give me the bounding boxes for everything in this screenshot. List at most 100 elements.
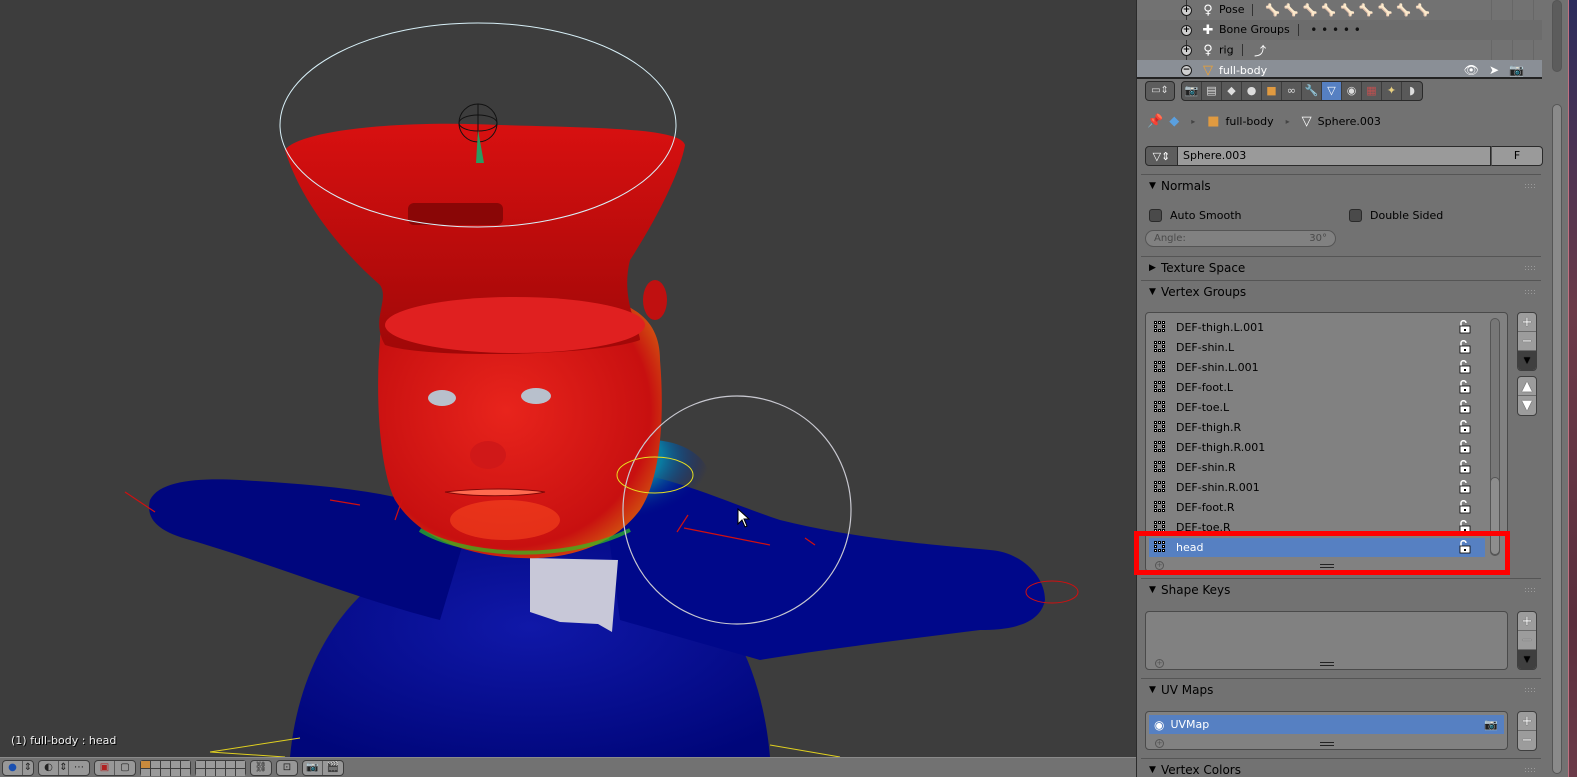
vertex-group-item[interactable]: DEF-foot.R — [1149, 498, 1485, 517]
tab-render[interactable]: 📷 — [1182, 81, 1202, 100]
tab-physics[interactable]: ◗ — [1402, 82, 1422, 100]
browse-mesh-button[interactable]: ▽⇕ — [1145, 146, 1178, 166]
panel-header-shape-keys[interactable]: ▼ Shape Keys — [1141, 579, 1541, 601]
active-render-camera-icon[interactable]: 📷 — [1484, 718, 1498, 731]
panel-header-vertex-colors[interactable]: ▼ Vertex Colors — [1141, 759, 1541, 777]
mode-selector[interactable]: ● ⇕ — [2, 759, 34, 776]
tab-particles[interactable]: ✦ — [1382, 81, 1402, 100]
double-sided-checkbox[interactable]: Double Sided — [1349, 209, 1443, 222]
unlock-icon[interactable] — [1459, 480, 1471, 494]
vertex-group-item[interactable]: DEF-shin.L.001 — [1149, 358, 1485, 377]
unlock-icon[interactable] — [1459, 360, 1471, 374]
snap-button[interactable]: ⊡ — [276, 759, 298, 776]
unlock-icon[interactable] — [1459, 440, 1471, 454]
auto-smooth-checkbox[interactable]: Auto Smooth — [1149, 209, 1241, 222]
vertex-group-item[interactable]: DEF-thigh.L.001 — [1149, 318, 1485, 337]
tab-world[interactable]: ● — [1242, 81, 1262, 100]
filter-options-icon[interactable]: + — [1155, 739, 1164, 748]
vertex-groups-scroll-thumb[interactable] — [1490, 477, 1500, 555]
mesh-name-field[interactable]: Sphere.003 — [1178, 146, 1491, 166]
tab-scene[interactable]: ◆ — [1222, 81, 1242, 100]
pin-icon[interactable]: 📌 — [1147, 114, 1163, 129]
panel-drag-grip[interactable] — [1524, 265, 1535, 271]
uv-map-item[interactable]: ◉ UVMap 📷 — [1149, 715, 1504, 734]
unlock-icon[interactable] — [1459, 380, 1471, 394]
render-buttons[interactable]: 📷 🎬 — [302, 759, 344, 776]
properties-scrollbar[interactable] — [1552, 104, 1562, 774]
panel-header-texture-space[interactable]: ▶ Texture Space — [1141, 257, 1541, 279]
outliner-row-pose[interactable]: + ♀ Pose 🦴 🦴 🦴 🦴 🦴 🦴 🦴 🦴 🦴 — [1137, 0, 1542, 20]
renderable-camera-icon[interactable]: 📷 — [1509, 63, 1524, 77]
add-vertex-group-button[interactable]: + — [1518, 313, 1536, 332]
tab-material[interactable]: ◉ — [1342, 81, 1362, 100]
add-uv-map-button[interactable]: + — [1518, 712, 1536, 731]
unlock-icon[interactable] — [1459, 500, 1471, 514]
visibility-eye-icon[interactable]: 👁 — [1464, 63, 1479, 77]
expand-toggle[interactable]: + — [1181, 44, 1192, 56]
vertex-group-specials-menu[interactable]: ▾ — [1518, 351, 1536, 370]
panel-drag-grip[interactable] — [1524, 687, 1535, 693]
vertex-group-item[interactable]: DEF-toe.L — [1149, 398, 1485, 417]
unlock-icon[interactable] — [1459, 540, 1471, 554]
panel-drag-grip[interactable] — [1524, 767, 1535, 773]
collapse-toggle[interactable]: − — [1181, 64, 1192, 76]
shape-keys-list[interactable]: + — [1145, 611, 1508, 670]
outliner-row-rig[interactable]: + ♀ rig ⤴ — [1137, 40, 1542, 60]
uv-maps-list[interactable]: ◉ UVMap 📷 + — [1145, 711, 1508, 750]
tab-render-layers[interactable]: ▤ — [1202, 81, 1222, 100]
manipulator-buttons[interactable]: ▣ ▢ — [94, 759, 136, 776]
list-resize-grip[interactable] — [1319, 742, 1334, 746]
panel-header-vertex-groups[interactable]: ▼ Vertex Groups — [1141, 281, 1541, 303]
move-up-button[interactable]: ▲ — [1518, 377, 1536, 396]
outliner-scrollbar[interactable] — [1552, 0, 1562, 72]
remove-shape-key-button[interactable]: − — [1518, 631, 1536, 650]
add-shape-key-button[interactable]: + — [1518, 612, 1536, 631]
vertex-group-item[interactable]: DEF-foot.L — [1149, 378, 1485, 397]
vertex-group-item[interactable]: DEF-thigh.R — [1149, 418, 1485, 437]
vertex-group-item[interactable]: DEF-shin.R — [1149, 458, 1485, 477]
viewport-shading-selector[interactable]: ◐ ⇕ ⋯ — [38, 759, 90, 776]
tab-constraints[interactable]: ∞ — [1282, 81, 1302, 100]
vertex-group-item[interactable]: DEF-shin.R.001 — [1149, 478, 1485, 497]
vertex-group-item[interactable]: head — [1149, 538, 1485, 557]
layer-buttons-2[interactable] — [195, 759, 246, 776]
vertex-groups-list[interactable]: head DEF-toe.R DEF-foot.R DEF-shin.R.001 DEF… — [1145, 312, 1508, 572]
outliner-row-bone-groups[interactable]: + ✚ Bone Groups • • • • • — [1137, 20, 1542, 40]
filter-options-icon[interactable]: + — [1155, 659, 1164, 668]
panel-header-uv-maps[interactable]: ▼ UV Maps — [1141, 679, 1541, 701]
3d-viewport[interactable]: (1) full-body : head — [0, 0, 1136, 757]
expand-toggle[interactable]: + — [1181, 24, 1192, 36]
tab-texture[interactable]: ▦ — [1362, 81, 1382, 100]
unlock-icon[interactable] — [1459, 460, 1471, 474]
tab-modifiers[interactable]: 🔧 — [1302, 81, 1322, 100]
fake-user-button[interactable]: F — [1491, 146, 1543, 166]
shape-key-specials-menu[interactable]: ▾ — [1518, 650, 1536, 669]
unlock-icon[interactable] — [1459, 420, 1471, 434]
vertex-group-item[interactable]: DEF-thigh.R.001 — [1149, 438, 1485, 457]
list-resize-grip[interactable] — [1319, 662, 1334, 666]
remove-vertex-group-button[interactable]: − — [1518, 332, 1536, 351]
auto-smooth-angle-field[interactable]: Angle: 30° — [1145, 230, 1336, 247]
move-down-button[interactable]: ▼ — [1518, 396, 1536, 415]
unlock-icon[interactable] — [1459, 400, 1471, 414]
selectable-arrow-icon[interactable]: ➤ — [1489, 63, 1499, 77]
editor-type-selector[interactable]: ▭⇕ — [1145, 80, 1175, 101]
unlock-icon[interactable] — [1459, 340, 1471, 354]
vertex-group-item[interactable]: DEF-shin.L — [1149, 338, 1485, 357]
unlock-icon[interactable] — [1459, 520, 1471, 534]
expand-toggle[interactable]: + — [1181, 4, 1192, 16]
filter-options-icon[interactable]: + — [1155, 561, 1164, 570]
tab-data[interactable]: ▽ — [1322, 81, 1342, 100]
list-resize-grip[interactable] — [1319, 564, 1334, 568]
lock-camera-button[interactable]: ⛓ — [250, 759, 272, 776]
outliner[interactable]: + ♀ Pose 🦴 🦴 🦴 🦴 🦴 🦴 🦴 🦴 🦴 + ✚ Bone Grou… — [1137, 0, 1542, 77]
outliner-row-full-body[interactable]: − ▽ full-body 👁 ➤ 📷 — [1137, 60, 1542, 77]
layer-buttons[interactable] — [140, 759, 191, 776]
panel-drag-grip[interactable] — [1524, 289, 1535, 295]
panel-header-normals[interactable]: ▼ Normals — [1141, 175, 1541, 197]
remove-uv-map-button[interactable]: − — [1518, 731, 1536, 750]
panel-drag-grip[interactable] — [1524, 183, 1535, 189]
vertex-group-item[interactable]: DEF-toe.R — [1149, 518, 1485, 537]
tab-object[interactable]: ■ — [1262, 81, 1282, 100]
unlock-icon[interactable] — [1459, 320, 1471, 334]
